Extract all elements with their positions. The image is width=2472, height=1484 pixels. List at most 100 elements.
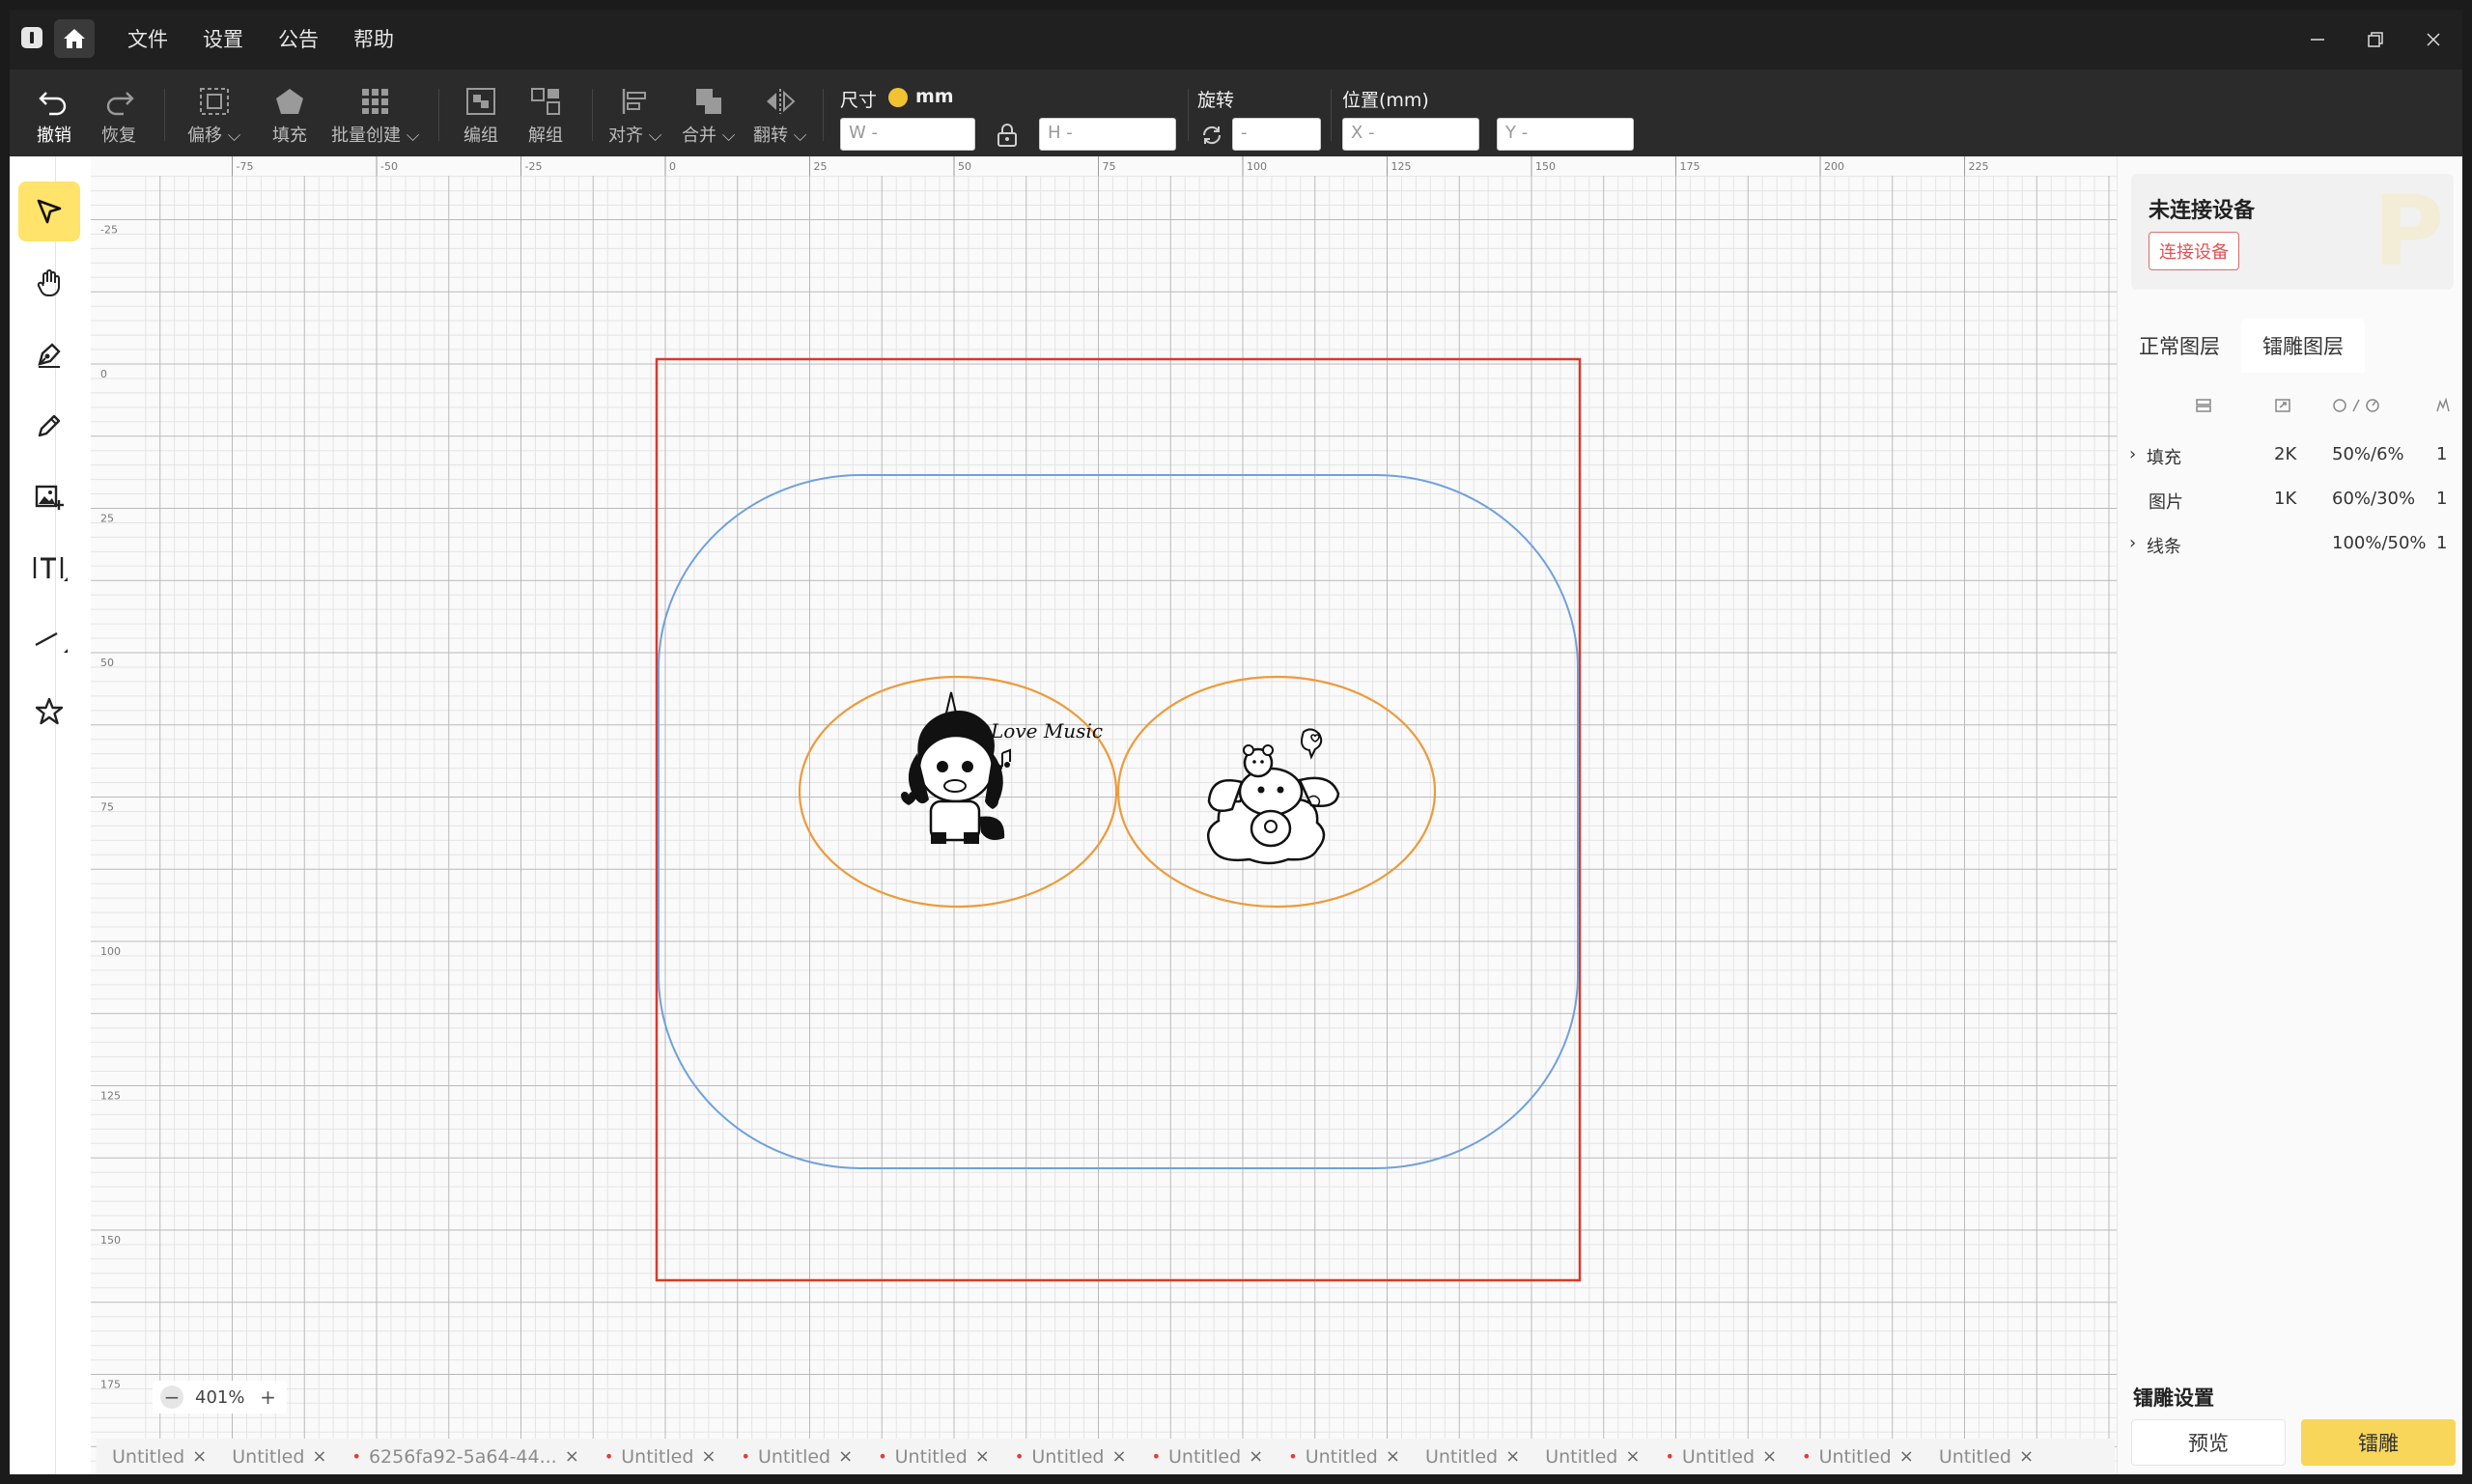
ruler-y-tick-label: -25 bbox=[100, 224, 118, 237]
document-tab[interactable]: • 6256fa92-5a64-44... × bbox=[337, 1439, 589, 1474]
group-button[interactable]: 编组 bbox=[464, 87, 498, 147]
position-label: 位置(mm) bbox=[1342, 90, 1429, 111]
document-tab[interactable]: • Untitled × bbox=[1137, 1439, 1274, 1474]
ruler-x-tick-label: 25 bbox=[814, 160, 828, 173]
document-tab-label: Untitled bbox=[1168, 1445, 1242, 1468]
close-tab-icon[interactable]: × bbox=[1111, 1446, 1126, 1467]
puppy-engraving[interactable] bbox=[1206, 728, 1340, 865]
hand-tool[interactable] bbox=[18, 253, 80, 313]
preview-button[interactable]: 预览 bbox=[2131, 1419, 2286, 1466]
fill-button[interactable]: 填充 bbox=[272, 87, 307, 147]
ruler-x-tick-label: 125 bbox=[1391, 160, 1412, 173]
lock-icon[interactable] bbox=[996, 123, 1019, 148]
text-tool[interactable] bbox=[18, 539, 80, 599]
pen-tool[interactable] bbox=[18, 324, 80, 384]
document-tab[interactable]: Untitled × bbox=[1924, 1439, 2043, 1474]
document-tab[interactable]: Untitled × bbox=[216, 1439, 336, 1474]
width-input[interactable]: W - bbox=[840, 118, 975, 151]
ruler-y-tick-label: 50 bbox=[100, 657, 114, 669]
ungroup-label: 解组 bbox=[528, 126, 563, 146]
close-tab-icon[interactable]: × bbox=[312, 1446, 326, 1467]
canvas-svg[interactable]: -75 -50 -25 0 25 50 75 100 125 150 175 200 225 -25 0 25… bbox=[91, 156, 2117, 1474]
document-tab-label: Untitled bbox=[1938, 1445, 2011, 1468]
ungroup-button[interactable]: 解组 bbox=[528, 87, 563, 147]
ruler-x-tick-label: 225 bbox=[1969, 160, 1989, 173]
tab-normal-layer[interactable]: 正常图层 bbox=[2118, 319, 2241, 373]
document-tab[interactable]: • Untitled × bbox=[1786, 1439, 1924, 1474]
menu-file[interactable]: 文件 bbox=[110, 10, 185, 70]
height-input[interactable]: H - bbox=[1039, 118, 1176, 151]
ruler-x-tick-label: -25 bbox=[525, 160, 543, 173]
align-button[interactable]: 对齐 ⌵ bbox=[608, 87, 661, 147]
ruler-x-tick-label: 175 bbox=[1680, 160, 1700, 173]
close-tab-icon[interactable]: × bbox=[2019, 1446, 2034, 1467]
close-tab-icon[interactable]: × bbox=[1625, 1446, 1640, 1467]
zoom-out-button[interactable]: − bbox=[160, 1386, 183, 1409]
home-button[interactable] bbox=[54, 19, 95, 58]
expand-chevron-icon[interactable]: › bbox=[2129, 444, 2136, 464]
batch-create-button[interactable]: 批量创建 ⌵ bbox=[331, 87, 419, 147]
ruler-y-tick-label: 175 bbox=[100, 1379, 121, 1391]
unsaved-indicator-icon: • bbox=[1151, 1447, 1161, 1466]
close-tab-icon[interactable]: × bbox=[1899, 1446, 1914, 1467]
menu-settings[interactable]: 设置 bbox=[185, 10, 261, 70]
close-tab-icon[interactable]: × bbox=[1386, 1446, 1400, 1467]
document-tab-label: Untitled bbox=[1305, 1445, 1378, 1468]
close-tab-icon[interactable]: × bbox=[1249, 1446, 1263, 1467]
ruler-x-tick-label: 0 bbox=[669, 160, 676, 173]
document-tab[interactable]: • Untitled × bbox=[999, 1439, 1137, 1474]
fill-label: 填充 bbox=[272, 126, 307, 146]
zoom-in-button[interactable]: + bbox=[256, 1386, 279, 1409]
rounded-rectangle-shape[interactable] bbox=[658, 474, 1579, 1169]
close-tab-icon[interactable]: × bbox=[838, 1446, 853, 1467]
add-image-tool[interactable] bbox=[18, 467, 80, 527]
shape-tool[interactable] bbox=[18, 682, 80, 742]
document-tab[interactable]: Untitled × bbox=[1530, 1439, 1649, 1474]
menu-announcements[interactable]: 公告 bbox=[261, 10, 336, 70]
document-tab-label: Untitled bbox=[1818, 1445, 1892, 1468]
undo-button[interactable]: 撤销 bbox=[37, 87, 71, 147]
expand-chevron-icon[interactable]: › bbox=[2129, 533, 2136, 553]
design-canvas[interactable]: -75 -50 -25 0 25 50 75 100 125 150 175 200 225 -25 0 25… bbox=[91, 156, 2117, 1474]
merge-button[interactable]: 合并 ⌵ bbox=[682, 87, 735, 147]
redo-button[interactable]: 恢复 bbox=[101, 87, 136, 147]
close-button[interactable] bbox=[2404, 10, 2462, 70]
layer-resolution: 2K bbox=[2274, 444, 2297, 464]
layer-row[interactable]: › 线条 100%/50% 1 bbox=[2118, 523, 2462, 562]
rotate-input[interactable]: - bbox=[1232, 118, 1321, 151]
layer-name: 填充 bbox=[2147, 448, 2181, 468]
close-tab-icon[interactable]: × bbox=[975, 1446, 990, 1467]
select-tool[interactable] bbox=[18, 182, 80, 241]
document-tab[interactable]: • Untitled × bbox=[1273, 1439, 1410, 1474]
restore-button[interactable] bbox=[2346, 10, 2404, 70]
document-tab[interactable]: • Untitled × bbox=[726, 1439, 863, 1474]
start-engrave-button[interactable]: 镭雕 bbox=[2301, 1419, 2456, 1466]
connect-device-button[interactable]: 连接设备 bbox=[2149, 232, 2239, 270]
close-tab-icon[interactable]: × bbox=[565, 1446, 579, 1467]
close-tab-icon[interactable]: × bbox=[1762, 1446, 1777, 1467]
close-tab-icon[interactable]: × bbox=[192, 1446, 207, 1467]
y-position-input[interactable]: Y - bbox=[1497, 118, 1634, 151]
document-tab[interactable]: • Untitled × bbox=[862, 1439, 999, 1474]
layer-row[interactable]: › 填充 2K 50%/6% 1 bbox=[2118, 434, 2462, 473]
document-tab[interactable]: • Untitled × bbox=[589, 1439, 726, 1474]
layer-row[interactable]: 图片 1K 60%/30% 1 bbox=[2118, 479, 2462, 518]
close-tab-icon[interactable]: × bbox=[1505, 1446, 1520, 1467]
document-tab[interactable]: Untitled × bbox=[1410, 1439, 1530, 1474]
tab-engrave-layer[interactable]: 镭雕图层 bbox=[2241, 319, 2365, 373]
group-icon bbox=[466, 88, 495, 115]
close-tab-icon[interactable]: × bbox=[701, 1446, 716, 1467]
flip-button[interactable]: 翻转 ⌵ bbox=[753, 87, 806, 147]
minimize-button[interactable] bbox=[2289, 10, 2346, 70]
menu-help[interactable]: 帮助 bbox=[336, 10, 411, 70]
ruler-y-tick-label: 75 bbox=[100, 801, 114, 814]
document-tab[interactable]: Untitled × bbox=[97, 1439, 216, 1474]
unit-toggle[interactable] bbox=[888, 88, 908, 107]
document-tab[interactable]: • Untitled × bbox=[1649, 1439, 1786, 1474]
zoom-control: − 401% + bbox=[153, 1381, 288, 1414]
pencil-tool[interactable] bbox=[18, 396, 80, 456]
line-tool[interactable] bbox=[18, 610, 80, 670]
x-position-input[interactable]: X - bbox=[1342, 118, 1479, 151]
document-tab-label: Untitled bbox=[894, 1445, 968, 1468]
offset-button[interactable]: 偏移 ⌵ bbox=[187, 87, 240, 147]
